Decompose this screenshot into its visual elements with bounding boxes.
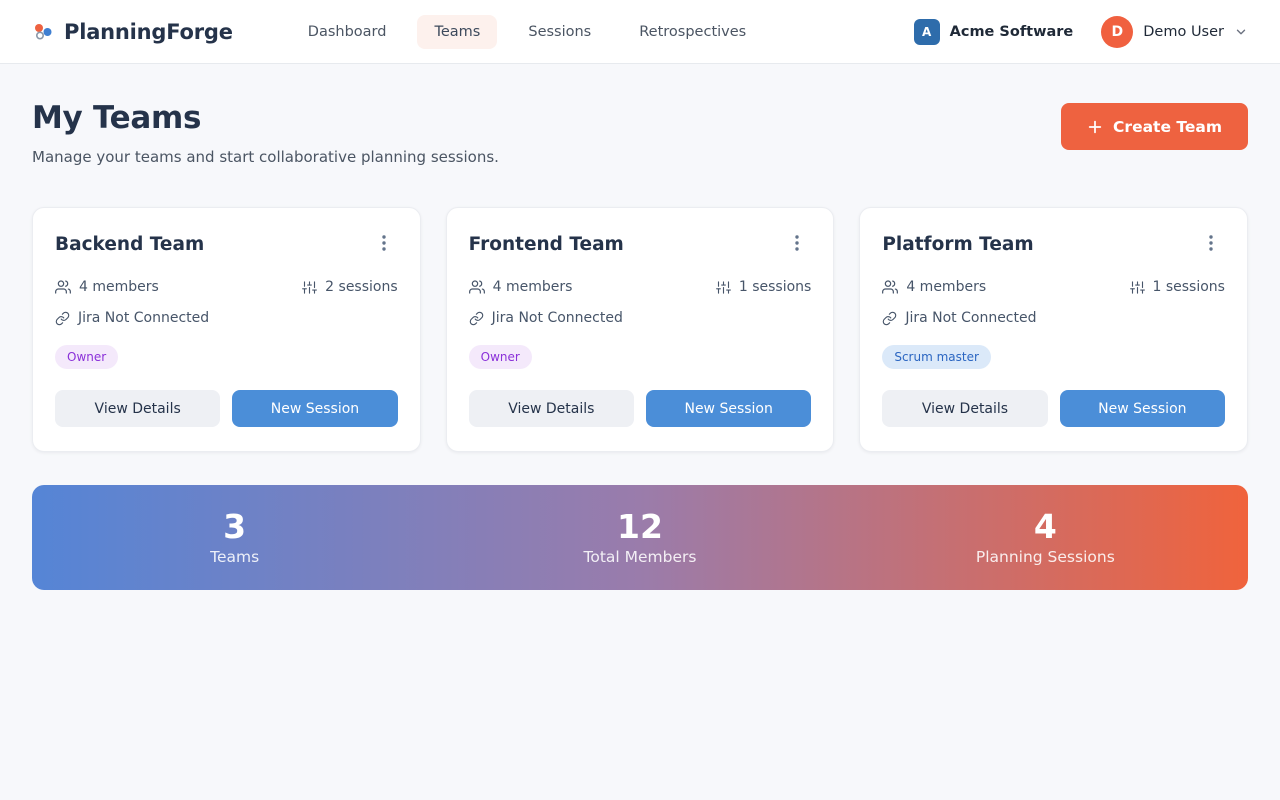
create-team-button[interactable]: Create Team <box>1061 103 1248 150</box>
jira-label: Jira Not Connected <box>905 310 1036 326</box>
members-count: 4 members <box>55 279 159 295</box>
nav-item-dashboard[interactable]: Dashboard <box>291 15 404 49</box>
sliders-icon <box>716 280 731 295</box>
team-name: Backend Team <box>55 230 204 255</box>
jira-status: Jira Not Connected <box>55 310 209 326</box>
sessions-count: 1 sessions <box>1130 279 1225 295</box>
sliders-icon <box>1130 280 1145 295</box>
role-badge: Scrum master <box>882 345 991 369</box>
stat-teams: 3 Teams <box>32 509 437 566</box>
brand-logo[interactable]: PlanningForge <box>32 20 233 44</box>
user-menu[interactable]: D Demo User <box>1101 16 1248 48</box>
view-details-button[interactable]: View Details <box>882 390 1047 427</box>
team-name: Frontend Team <box>469 230 624 255</box>
stat-value: 3 <box>32 509 437 545</box>
org-name: Acme Software <box>950 24 1074 40</box>
view-details-button[interactable]: View Details <box>469 390 634 427</box>
page-head: My Teams Manage your teams and start col… <box>32 100 1248 166</box>
page-subtitle: Manage your teams and start collaborativ… <box>32 148 499 166</box>
page-title: My Teams <box>32 100 499 136</box>
jira-status: Jira Not Connected <box>469 310 623 326</box>
jira-label: Jira Not Connected <box>492 310 623 326</box>
role-badge: Owner <box>469 345 532 369</box>
header-right: A Acme Software D Demo User <box>914 16 1248 48</box>
members-count: 4 members <box>469 279 573 295</box>
nav-item-teams[interactable]: Teams <box>417 15 497 49</box>
kebab-menu-icon[interactable] <box>783 230 811 256</box>
role-badge: Owner <box>55 345 118 369</box>
members-label: 4 members <box>906 279 986 295</box>
chevron-down-icon <box>1234 25 1248 39</box>
planningforge-logo-icon <box>32 21 54 43</box>
jira-status: Jira Not Connected <box>882 310 1036 326</box>
new-session-button[interactable]: New Session <box>646 390 811 427</box>
nav-item-sessions[interactable]: Sessions <box>511 15 608 49</box>
new-session-button[interactable]: New Session <box>1060 390 1225 427</box>
link-icon <box>882 311 897 326</box>
users-icon <box>469 279 485 295</box>
link-icon <box>469 311 484 326</box>
sessions-label: 1 sessions <box>1153 279 1225 295</box>
stat-value: 12 <box>437 509 842 545</box>
team-cards: Backend Team 4 members 2 sessions <box>32 207 1248 452</box>
nav-item-retrospectives[interactable]: Retrospectives <box>622 15 763 49</box>
link-icon <box>55 311 70 326</box>
sessions-count: 1 sessions <box>716 279 811 295</box>
user-avatar: D <box>1101 16 1133 48</box>
kebab-menu-icon[interactable] <box>370 230 398 256</box>
user-name: Demo User <box>1143 24 1224 40</box>
brand-name: PlanningForge <box>64 20 233 44</box>
org-badge: A Acme Software <box>914 19 1074 45</box>
members-label: 4 members <box>79 279 159 295</box>
stat-total-members: 12 Total Members <box>437 509 842 566</box>
team-card-backend: Backend Team 4 members 2 sessions <box>32 207 421 452</box>
stat-label: Total Members <box>437 548 842 566</box>
create-team-label: Create Team <box>1113 118 1222 136</box>
team-card-platform: Platform Team 4 members 1 sessions <box>859 207 1248 452</box>
users-icon <box>882 279 898 295</box>
sliders-icon <box>302 280 317 295</box>
main-content: My Teams Manage your teams and start col… <box>16 64 1264 590</box>
users-icon <box>55 279 71 295</box>
jira-label: Jira Not Connected <box>78 310 209 326</box>
view-details-button[interactable]: View Details <box>55 390 220 427</box>
stats-banner: 3 Teams 12 Total Members 4 Planning Sess… <box>32 485 1248 590</box>
top-header: PlanningForge Dashboard Teams Sessions R… <box>0 0 1280 64</box>
stat-value: 4 <box>843 509 1248 545</box>
page-head-text: My Teams Manage your teams and start col… <box>32 100 499 166</box>
stat-label: Teams <box>32 548 437 566</box>
main-nav: Dashboard Teams Sessions Retrospectives <box>291 15 763 49</box>
members-label: 4 members <box>493 279 573 295</box>
stat-planning-sessions: 4 Planning Sessions <box>843 509 1248 566</box>
stat-label: Planning Sessions <box>843 548 1248 566</box>
org-avatar: A <box>914 19 940 45</box>
new-session-button[interactable]: New Session <box>232 390 397 427</box>
sessions-count: 2 sessions <box>302 279 397 295</box>
team-card-frontend: Frontend Team 4 members 1 sessions <box>446 207 835 452</box>
sessions-label: 2 sessions <box>325 279 397 295</box>
kebab-menu-icon[interactable] <box>1197 230 1225 256</box>
sessions-label: 1 sessions <box>739 279 811 295</box>
members-count: 4 members <box>882 279 986 295</box>
team-name: Platform Team <box>882 230 1033 255</box>
plus-icon <box>1087 119 1103 135</box>
